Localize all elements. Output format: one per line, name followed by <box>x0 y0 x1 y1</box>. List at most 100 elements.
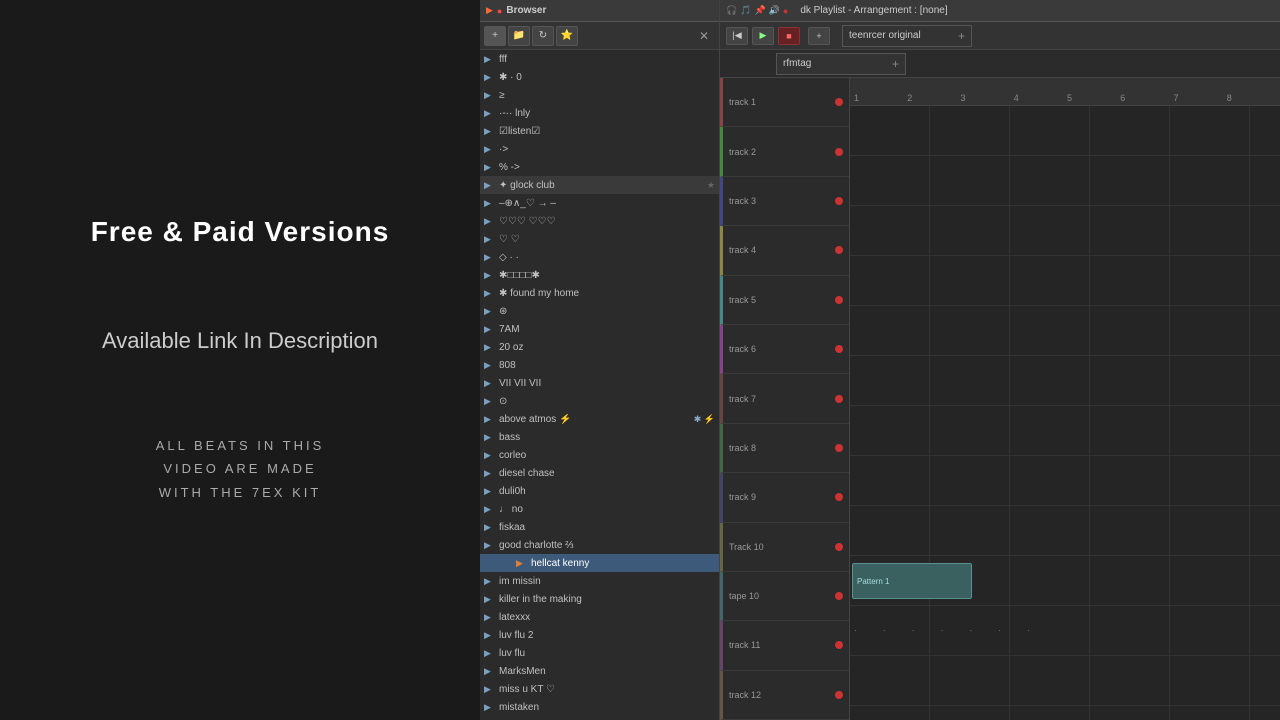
grid-cell[interactable] <box>1090 556 1170 605</box>
browser-list-item[interactable]: ▶☑listen☑ <box>480 122 719 140</box>
browser-folder-btn[interactable]: 📁 <box>508 26 530 46</box>
grid-cell[interactable] <box>1010 406 1090 455</box>
browser-list-item[interactable]: ▶✦ glock club★ <box>480 176 719 194</box>
grid-cell[interactable] <box>1250 406 1280 455</box>
grid-row[interactable] <box>850 356 1280 406</box>
grid-row[interactable] <box>850 706 1280 720</box>
track-label[interactable]: track 6 <box>720 325 849 374</box>
grid-cell[interactable] <box>1250 356 1280 405</box>
browser-list-item[interactable]: ▶♩ no <box>480 500 719 518</box>
grid-cell[interactable] <box>930 456 1010 505</box>
track-label[interactable]: track 1 <box>720 78 849 127</box>
channel-add-teenrcer[interactable]: + <box>958 29 965 43</box>
grid-cell[interactable] <box>930 656 1010 705</box>
grid-cell[interactable] <box>1250 256 1280 305</box>
grid-cell[interactable] <box>850 706 930 720</box>
browser-list-item[interactable]: ▶✱ · 0 <box>480 68 719 86</box>
browser-list-item[interactable]: ▶mistaken <box>480 698 719 716</box>
browser-list-item[interactable]: ▶miss u KT ♡ <box>480 680 719 698</box>
grid-cell[interactable] <box>1010 206 1090 255</box>
grid-cell[interactable] <box>930 106 1010 155</box>
browser-list-item[interactable]: ▶latexxx <box>480 608 719 626</box>
browser-list-item[interactable]: ▶⊙ <box>480 392 719 410</box>
browser-list-item[interactable]: ▶♡ ♡ <box>480 230 719 248</box>
track-label[interactable]: tape 10 <box>720 572 849 621</box>
grid-cell[interactable] <box>1010 556 1090 605</box>
channel-strip-teenrcer[interactable]: teenrcer original + <box>842 25 972 47</box>
grid-cell[interactable] <box>1170 406 1250 455</box>
track-label[interactable]: track 4 <box>720 226 849 275</box>
browser-star-btn[interactable]: ⭐ <box>556 26 578 46</box>
track-label[interactable]: track 7 <box>720 374 849 423</box>
browser-list-item[interactable]: ▶≥ <box>480 86 719 104</box>
grid-cell[interactable] <box>1250 506 1280 555</box>
browser-list[interactable]: ▶fff▶✱ · 0▶≥▶·-·· lnly▶☑listen☑▶·>▶% ->▶… <box>480 50 719 720</box>
grid-cell[interactable] <box>1170 556 1250 605</box>
grid-cell[interactable] <box>1090 706 1170 720</box>
grid-cell[interactable] <box>1090 456 1170 505</box>
list-item-star[interactable]: ★ <box>707 180 715 191</box>
grid-cell[interactable] <box>850 206 930 255</box>
grid-cell[interactable] <box>930 506 1010 555</box>
browser-list-item[interactable]: ▶MarksMen <box>480 662 719 680</box>
grid-row[interactable] <box>850 256 1280 306</box>
grid-cell[interactable] <box>850 506 930 555</box>
grid-cell[interactable] <box>1170 706 1250 720</box>
grid-row[interactable] <box>850 106 1280 156</box>
grid-cell[interactable] <box>1090 156 1170 205</box>
grid-cell[interactable] <box>1010 456 1090 505</box>
grid-cell[interactable] <box>1170 606 1250 655</box>
grid-cell[interactable] <box>1010 256 1090 305</box>
browser-list-item[interactable]: ▶fff <box>480 50 719 68</box>
grid-cell[interactable] <box>1170 206 1250 255</box>
transport-play[interactable]: ▶ <box>752 27 774 45</box>
browser-list-item[interactable]: ▶✱ found my home <box>480 284 719 302</box>
grid-cell[interactable] <box>1250 106 1280 155</box>
browser-list-item[interactable]: ▶good charlotte ⅔ <box>480 536 719 554</box>
track-label[interactable]: track 9 <box>720 473 849 522</box>
grid-cell[interactable] <box>850 456 930 505</box>
grid-cell[interactable] <box>1170 506 1250 555</box>
grid-cell[interactable] <box>1090 256 1170 305</box>
browser-list-item[interactable]: ▶luv flu <box>480 644 719 662</box>
grid-row[interactable] <box>850 306 1280 356</box>
transport-add[interactable]: + <box>808 27 830 45</box>
track-label[interactable]: track 12 <box>720 671 849 720</box>
track-label[interactable]: Track 10 <box>720 523 849 572</box>
browser-list-item[interactable]: ▶% -> <box>480 158 719 176</box>
grid-cell[interactable] <box>850 156 930 205</box>
grid-cell[interactable] <box>1170 656 1250 705</box>
grid-cell[interactable] <box>1170 156 1250 205</box>
grid-cell[interactable] <box>1090 656 1170 705</box>
track-label[interactable]: track 11 <box>720 621 849 670</box>
grid-row[interactable] <box>850 406 1280 456</box>
browser-list-item[interactable]: ▶fiskaa <box>480 518 719 536</box>
browser-list-item[interactable]: ▶bass <box>480 428 719 446</box>
grid-cell[interactable] <box>1010 306 1090 355</box>
transport-stop[interactable]: ■ <box>778 27 800 45</box>
browser-list-item[interactable]: ▶⊛ <box>480 302 719 320</box>
grid-cell[interactable] <box>850 356 930 405</box>
grid-cell[interactable] <box>1170 456 1250 505</box>
grid-cell[interactable] <box>1250 606 1280 655</box>
grid-cell[interactable] <box>1170 306 1250 355</box>
browser-list-item[interactable]: ▶♡♡♡ ♡♡♡ <box>480 212 719 230</box>
grid-area[interactable]: Pattern 1· · · · · · · <box>850 106 1280 720</box>
grid-row[interactable]: Pattern 1 <box>850 556 1280 606</box>
grid-cell[interactable] <box>1170 106 1250 155</box>
browser-list-item[interactable]: ▶diesel chase <box>480 464 719 482</box>
grid-cell[interactable] <box>930 356 1010 405</box>
channel-add-rfmtag[interactable]: + <box>892 57 899 71</box>
browser-list-item[interactable]: ▶luv flu 2 <box>480 626 719 644</box>
browser-list-item[interactable]: ▶20 oz <box>480 338 719 356</box>
browser-refresh-btn[interactable]: ↻ <box>532 26 554 46</box>
grid-cell[interactable] <box>930 256 1010 305</box>
grid-cell[interactable] <box>1090 506 1170 555</box>
browser-list-item[interactable]: ▶✱□□□□✱ <box>480 266 719 284</box>
grid-cell[interactable] <box>1090 106 1170 155</box>
grid-cell[interactable] <box>1010 156 1090 205</box>
grid-cell[interactable] <box>930 306 1010 355</box>
browser-add-btn[interactable]: + <box>484 26 506 46</box>
grid-cell[interactable] <box>1010 706 1090 720</box>
grid-row[interactable] <box>850 156 1280 206</box>
